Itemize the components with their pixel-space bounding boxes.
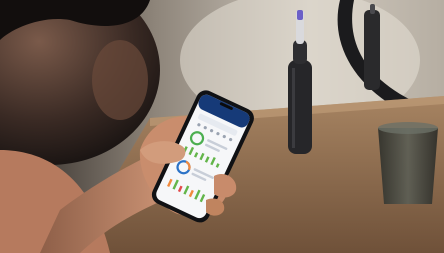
charger-top [370,4,375,14]
toothbrush-bristles [297,10,303,20]
toothbrush [288,60,312,154]
toothbrush-charger [364,10,380,90]
drinking-glass [378,128,438,204]
person-ear [92,40,148,120]
glass-rim [378,122,438,134]
photo-scene [0,0,444,253]
toothbrush-highlight [292,68,295,148]
scene-svg [0,0,444,253]
